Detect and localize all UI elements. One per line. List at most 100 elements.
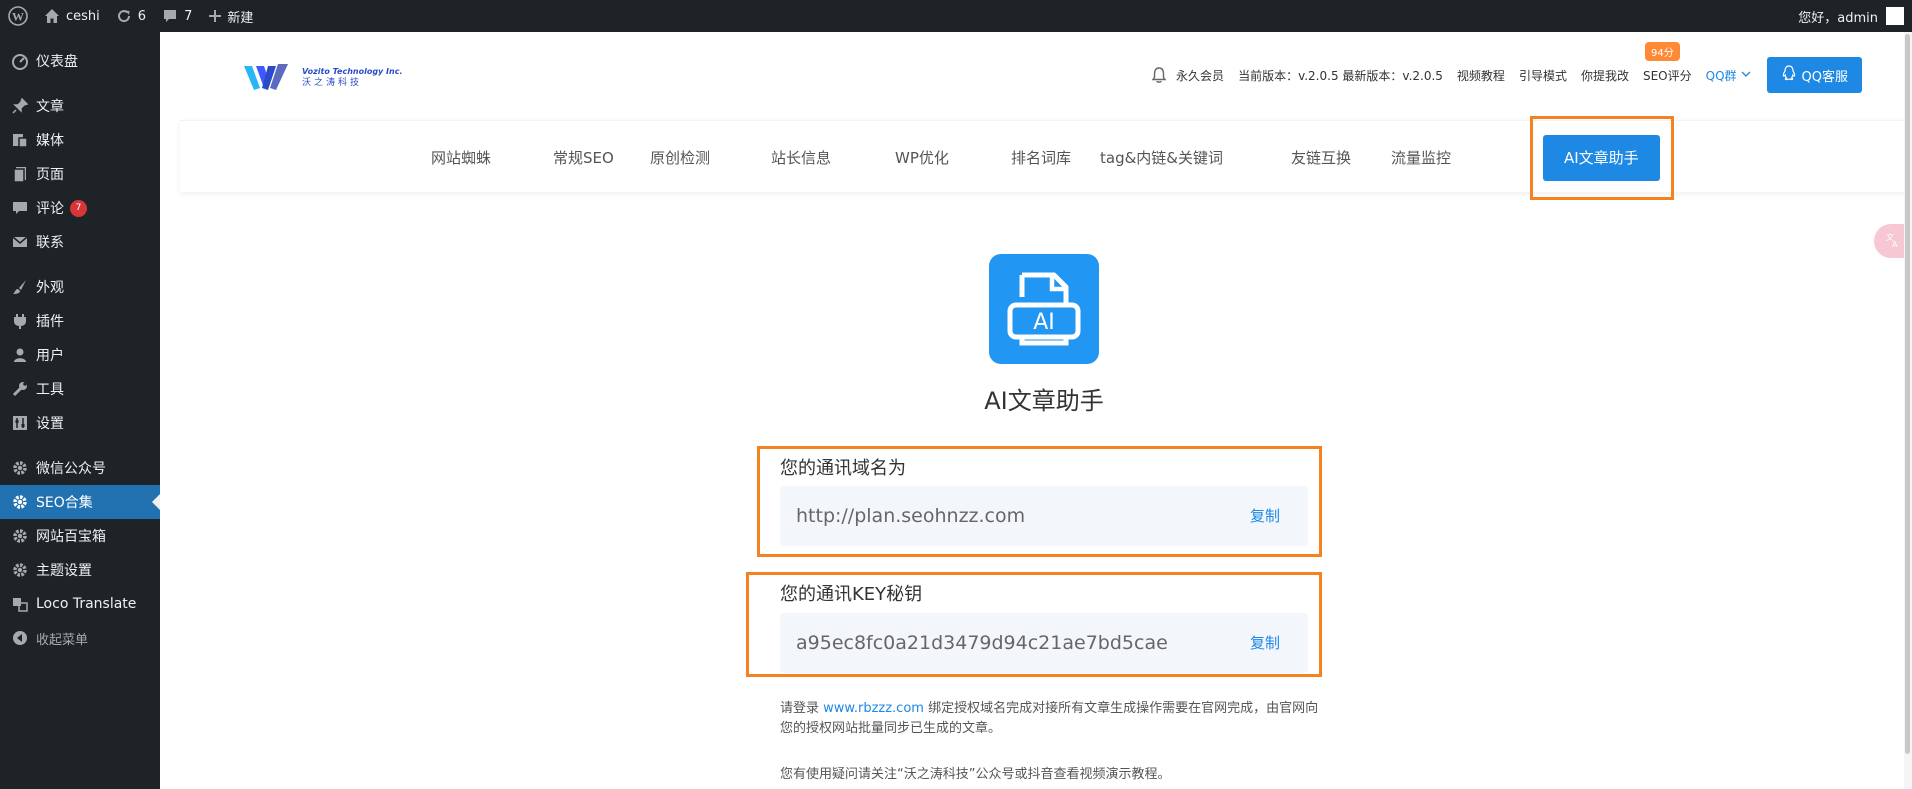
plugin-header: Vozito Technology Inc. 沃之涛科技 永久会员 当前版本：v… — [160, 32, 1912, 120]
settings-icon — [10, 413, 30, 433]
sidebar-item-toolbox[interactable]: 网站百宝箱 — [0, 519, 160, 553]
domain-field: http://plan.seohnzz.com 复制 — [780, 486, 1308, 546]
page-scrollbar[interactable] — [1904, 32, 1912, 789]
domain-value[interactable]: http://plan.seohnzz.com — [796, 486, 1025, 546]
sidebar-item-label: SEO合集 — [36, 495, 93, 511]
sidebar-item-comments[interactable]: 评论 7 — [0, 191, 160, 225]
brush-icon — [10, 277, 30, 297]
logo-text-en: Vozito Technology Inc. — [302, 67, 403, 76]
sidebar-item-media[interactable]: 媒体 — [0, 123, 160, 157]
copy-key-button[interactable]: 复制 — [1250, 613, 1280, 673]
sidebar-item-dashboard[interactable]: 仪表盘 — [0, 44, 160, 78]
official-site-link[interactable]: www.rbzzz.com — [823, 701, 924, 716]
qq-penguin-icon — [1781, 65, 1802, 85]
new-label: 新建 — [227, 10, 254, 26]
tab-originality[interactable]: 原创检测 — [650, 147, 710, 168]
bell-icon[interactable] — [1150, 66, 1168, 84]
tab-ranking-keywords[interactable]: 排名词库 — [1011, 147, 1071, 168]
sidebar-item-label: 仪表盘 — [36, 54, 78, 70]
sidebar-item-theme-settings[interactable]: 主题设置 — [0, 553, 160, 587]
account-menu[interactable]: 您好，admin — [1798, 0, 1904, 32]
scrollbar-thumb[interactable] — [1905, 34, 1910, 754]
sidebar-item-plugins[interactable]: 插件 — [0, 304, 160, 338]
comment-icon — [10, 198, 30, 218]
domain-label: 您的通讯域名为 — [780, 458, 906, 479]
sidebar-item-label: 工具 — [36, 382, 64, 398]
brand-logo[interactable]: Vozito Technology Inc. 沃之涛科技 — [242, 62, 403, 94]
sidebar-item-label: 微信公众号 — [36, 461, 106, 477]
home-icon — [44, 8, 60, 24]
feedback-link[interactable]: 你提我改 — [1581, 67, 1629, 84]
logo-text-cn: 沃之涛科技 — [302, 78, 363, 88]
qq-service-button[interactable]: QQ客服 — [1766, 57, 1862, 93]
comments-link[interactable]: 7 — [154, 0, 200, 32]
chevron-down-icon — [1741, 68, 1751, 82]
tab-friend-links[interactable]: 友链互换 — [1291, 147, 1351, 168]
tab-general-seo[interactable]: 常规SEO — [553, 147, 614, 168]
sidebar-item-label: 媒体 — [36, 133, 64, 149]
updates-link[interactable]: 6 — [108, 0, 154, 32]
sidebar-item-wechat[interactable]: 微信公众号 — [0, 451, 160, 485]
sidebar-item-label: 主题设置 — [36, 563, 92, 579]
sidebar-item-settings[interactable]: 设置 — [0, 406, 160, 440]
tab-webmaster-info[interactable]: 站长信息 — [771, 147, 831, 168]
guide-mode-link[interactable]: 引导模式 — [1519, 67, 1567, 84]
page-title: AI文章助手 — [984, 387, 1104, 415]
tab-tags-links-keywords[interactable]: tag&内链&关键词 — [1100, 147, 1223, 168]
sidebar-item-pages[interactable]: 页面 — [0, 157, 160, 191]
svg-text:A: A — [1892, 240, 1898, 249]
comment-icon — [162, 8, 178, 24]
sidebar-item-label: 评论 — [36, 201, 64, 217]
sidebar-item-appearance[interactable]: 外观 — [0, 270, 160, 304]
note-text: 请登录 — [780, 701, 824, 716]
key-field: a95ec8fc0a21d3479d94c21ae7bd5cae 复制 — [780, 613, 1308, 673]
gear-icon — [10, 492, 30, 512]
sidebar-item-tools[interactable]: 工具 — [0, 372, 160, 406]
gear-icon — [10, 458, 30, 478]
video-tutorial-link[interactable]: 视频教程 — [1457, 67, 1505, 84]
sidebar-item-label: 收起菜单 — [36, 632, 89, 648]
site-name-link[interactable]: ceshi — [36, 0, 108, 32]
tab-spider[interactable]: 网站蜘蛛 — [431, 147, 491, 168]
plus-icon — [208, 9, 222, 23]
svg-text:AI: AI — [1033, 310, 1055, 335]
site-name: ceshi — [66, 8, 100, 24]
tab-wp-optimize[interactable]: WP优化 — [895, 147, 949, 168]
sidebar-item-label: 网站百宝箱 — [36, 529, 106, 545]
greeting: 您好，admin — [1798, 10, 1878, 26]
sidebar-item-label: 页面 — [36, 167, 64, 183]
logo-mark-icon — [244, 64, 288, 90]
seo-score-link[interactable]: 94分 SEO评分 — [1643, 41, 1692, 84]
qq-group-dropdown[interactable]: QQ群 — [1706, 67, 1751, 84]
key-value[interactable]: a95ec8fc0a21d3479d94c21ae7bd5cae — [796, 613, 1168, 673]
copy-domain-button[interactable]: 复制 — [1250, 486, 1280, 546]
qq-service-label: QQ客服 — [1801, 69, 1848, 85]
tab-traffic-monitor[interactable]: 流量监控 — [1391, 147, 1451, 168]
comments-count: 7 — [184, 8, 193, 24]
qq-group-label: QQ群 — [1705, 68, 1737, 83]
sidebar-item-posts[interactable]: 文章 — [0, 89, 160, 123]
wrench-icon — [10, 379, 30, 399]
refresh-icon — [116, 8, 132, 24]
instructions-note: 请登录 www.rbzzz.com 绑定授权域名完成对接所有文章生成操作需要在官… — [780, 699, 1320, 739]
ai-document-icon: AI — [989, 254, 1099, 364]
sidebar-item-loco-translate[interactable]: Loco Translate — [0, 587, 160, 621]
comment-count-badge: 7 — [70, 199, 87, 217]
gear-icon — [10, 526, 30, 546]
sidebar-collapse-menu[interactable]: 收起菜单 — [0, 621, 160, 655]
wordpress-logo-icon[interactable]: W — [0, 0, 36, 32]
admin-sidebar: 仪表盘 文章 媒体 页面 评论 7 联系 外观 插件 用户 工具 设置 微信公众… — [0, 32, 160, 789]
sidebar-item-seo-collection[interactable]: SEO合集 — [0, 485, 160, 519]
highlight-frame — [1530, 116, 1674, 200]
sidebar-item-users[interactable]: 用户 — [0, 338, 160, 372]
svg-text:W: W — [12, 10, 24, 24]
new-content-link[interactable]: 新建 — [200, 0, 261, 32]
sidebar-item-label: Loco Translate — [36, 596, 137, 612]
key-label: 您的通讯KEY秘钥 — [780, 584, 923, 605]
sidebar-item-label: 插件 — [36, 314, 64, 330]
sidebar-item-contact[interactable]: 联系 — [0, 225, 160, 259]
help-note: 您有使用疑问请关注“沃之涛科技”公众号或抖音查看视频演示教程。 — [780, 767, 1171, 782]
media-icon — [10, 130, 30, 150]
admin-bar: W ceshi 6 7 新建 您好，admin — [0, 0, 1912, 32]
gear-icon — [10, 560, 30, 580]
